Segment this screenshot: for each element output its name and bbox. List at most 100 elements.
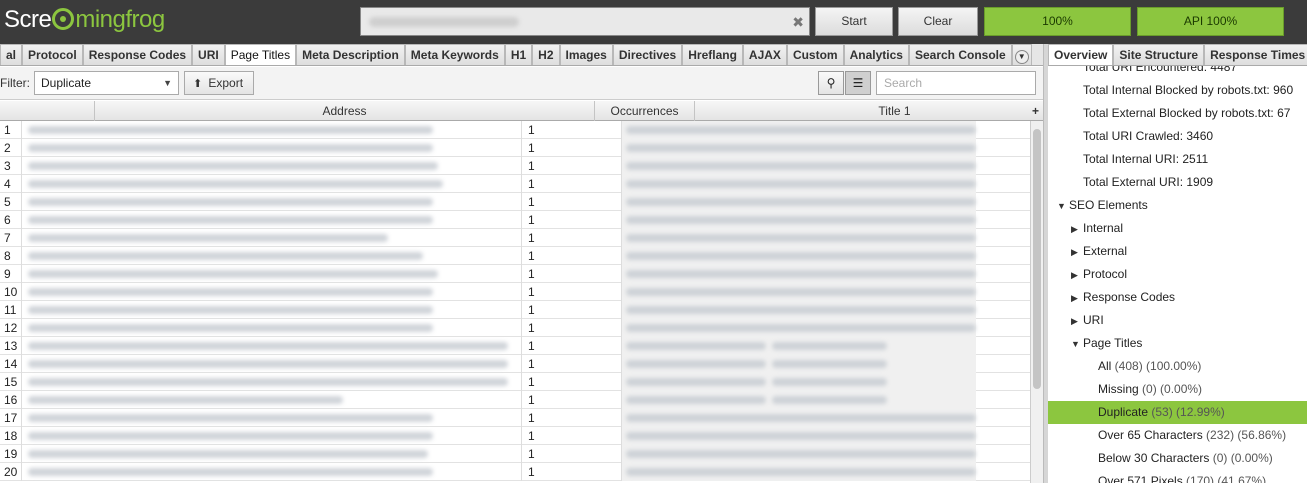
title-cell[interactable] <box>622 319 1030 337</box>
url-input[interactable]: ✖ <box>360 7 810 36</box>
address-cell[interactable] <box>22 247 522 265</box>
tree-item-total-internal-blocked-by-robots-txt-960[interactable]: Total Internal Blocked by robots.txt: 96… <box>1048 79 1307 102</box>
tree-item-page-titles[interactable]: ▼ Page Titles <box>1048 332 1307 355</box>
expanded-arrow-icon[interactable]: ▼ <box>1057 195 1069 218</box>
title-cell[interactable] <box>622 463 1030 481</box>
title-cell[interactable] <box>622 409 1030 427</box>
address-cell[interactable] <box>22 337 522 355</box>
search-input[interactable]: Search <box>876 71 1036 95</box>
tree-item-missing[interactable]: Missing (0) (0.00%) <box>1048 378 1307 401</box>
tree-view-button[interactable]: ⚲ <box>818 71 844 95</box>
tree-item-total-external-blocked-by-robots-txt-67[interactable]: Total External Blocked by robots.txt: 67 <box>1048 102 1307 125</box>
address-cell[interactable] <box>22 121 522 139</box>
tree-item-internal[interactable]: ▶ Internal <box>1048 217 1307 240</box>
scrollbar-thumb[interactable] <box>1033 129 1041 389</box>
address-cell[interactable] <box>22 265 522 283</box>
collapsed-arrow-icon[interactable]: ▶ <box>1071 310 1083 333</box>
table-row[interactable]: 91 <box>0 265 1030 283</box>
address-cell[interactable] <box>22 409 522 427</box>
tab-protocol[interactable]: Protocol <box>22 44 83 65</box>
address-cell[interactable] <box>22 193 522 211</box>
collapsed-arrow-icon[interactable]: ▶ <box>1071 264 1083 287</box>
title-cell[interactable] <box>622 157 1030 175</box>
address-cell[interactable] <box>22 157 522 175</box>
table-row[interactable]: 31 <box>0 157 1030 175</box>
table-row[interactable]: 71 <box>0 229 1030 247</box>
title-cell[interactable] <box>622 283 1030 301</box>
table-row[interactable]: 61 <box>0 211 1030 229</box>
address-cell[interactable] <box>22 139 522 157</box>
filter-select[interactable]: Duplicate ▼ <box>34 71 179 95</box>
title-cell[interactable] <box>622 247 1030 265</box>
tab-response-times[interactable]: Response Times <box>1204 44 1307 65</box>
tree-item-protocol[interactable]: ▶ Protocol <box>1048 263 1307 286</box>
column-header-occurrences[interactable]: Occurrences <box>595 101 695 121</box>
clear-url-icon[interactable]: ✖ <box>792 14 804 31</box>
table-row[interactable]: 12 1 <box>0 319 1030 337</box>
table-row[interactable]: 11 1 <box>0 301 1030 319</box>
title-cell[interactable] <box>622 265 1030 283</box>
tab-custom[interactable]: Custom <box>786 44 844 65</box>
export-button[interactable]: ⬆ Export <box>184 71 254 95</box>
start-button[interactable]: Start <box>815 7 893 36</box>
title-cell[interactable] <box>622 373 1030 391</box>
table-row[interactable]: 18 1 <box>0 427 1030 445</box>
tree-item-external[interactable]: ▶ External <box>1048 240 1307 263</box>
title-cell[interactable] <box>622 229 1030 247</box>
tab-overflow-button[interactable]: ▼ <box>1011 44 1032 65</box>
collapsed-arrow-icon[interactable]: ▶ <box>1071 218 1083 241</box>
address-cell[interactable] <box>22 355 522 373</box>
table-row[interactable]: 41 <box>0 175 1030 193</box>
title-cell[interactable] <box>622 139 1030 157</box>
expanded-arrow-icon[interactable]: ▼ <box>1071 333 1083 356</box>
address-cell[interactable] <box>22 319 522 337</box>
tree-item-all[interactable]: All (408) (100.00%) <box>1048 355 1307 378</box>
tab-overview[interactable]: Overview <box>1048 44 1114 65</box>
tab-analytics[interactable]: Analytics <box>843 44 909 65</box>
tree-item-total-uri-encountered-4487[interactable]: Total URI Encountered: 4487 <box>1048 66 1307 79</box>
tab-directives[interactable]: Directives <box>612 44 683 65</box>
tab-ajax[interactable]: AJAX <box>742 44 787 65</box>
title-cell[interactable] <box>622 445 1030 463</box>
address-cell[interactable] <box>22 373 522 391</box>
tree-item-uri[interactable]: ▶ URI <box>1048 309 1307 332</box>
tab-uri[interactable]: URI <box>192 44 225 65</box>
table-row[interactable]: 15 1 <box>0 373 1030 391</box>
tab-meta-description[interactable]: Meta Description <box>296 44 405 65</box>
address-cell[interactable] <box>22 445 522 463</box>
table-row[interactable]: 14 1 <box>0 355 1030 373</box>
list-view-button[interactable]: ☰ <box>845 71 871 95</box>
tab-search-console[interactable]: Search Console <box>908 44 1012 65</box>
collapsed-arrow-icon[interactable]: ▶ <box>1071 287 1083 310</box>
title-cell[interactable] <box>622 121 1030 139</box>
tab-images[interactable]: Images <box>559 44 613 65</box>
address-cell[interactable] <box>22 463 522 481</box>
table-row[interactable]: 21 <box>0 139 1030 157</box>
address-cell[interactable] <box>22 229 522 247</box>
table-row[interactable]: 10 1 <box>0 283 1030 301</box>
table-row[interactable]: 13 1 <box>0 337 1030 355</box>
address-cell[interactable] <box>22 211 522 229</box>
address-cell[interactable] <box>22 391 522 409</box>
tree-item-seo-elements[interactable]: ▼ SEO Elements <box>1048 194 1307 217</box>
tab-meta-keywords[interactable]: Meta Keywords <box>404 44 505 65</box>
table-row[interactable]: 19 1 <box>0 445 1030 463</box>
table-row[interactable]: 51 <box>0 193 1030 211</box>
tree-item-total-external-uri-1909[interactable]: Total External URI: 1909 <box>1048 171 1307 194</box>
tab-page-titles[interactable]: Page Titles <box>224 44 297 65</box>
title-cell[interactable] <box>622 427 1030 445</box>
tab-hreflang[interactable]: Hreflang <box>682 44 743 65</box>
tab-h1[interactable]: H1 <box>504 44 533 65</box>
column-header-address[interactable]: Address <box>95 101 595 121</box>
tree-item-total-internal-uri-2511[interactable]: Total Internal URI: 2511 <box>1048 148 1307 171</box>
tab-site-structure[interactable]: Site Structure <box>1113 44 1205 65</box>
collapsed-arrow-icon[interactable]: ▶ <box>1071 241 1083 264</box>
title-cell[interactable] <box>622 211 1030 229</box>
table-scrollbar[interactable] <box>1030 121 1043 483</box>
title-cell[interactable] <box>622 391 1030 409</box>
tree-item-duplicate[interactable]: Duplicate (53) (12.99%) <box>1048 401 1307 424</box>
table-row[interactable]: 17 1 <box>0 409 1030 427</box>
address-cell[interactable] <box>22 301 522 319</box>
tree-item-below-30-characters[interactable]: Below 30 Characters (0) (0.00%) <box>1048 447 1307 470</box>
table-row[interactable]: 11 <box>0 121 1030 139</box>
